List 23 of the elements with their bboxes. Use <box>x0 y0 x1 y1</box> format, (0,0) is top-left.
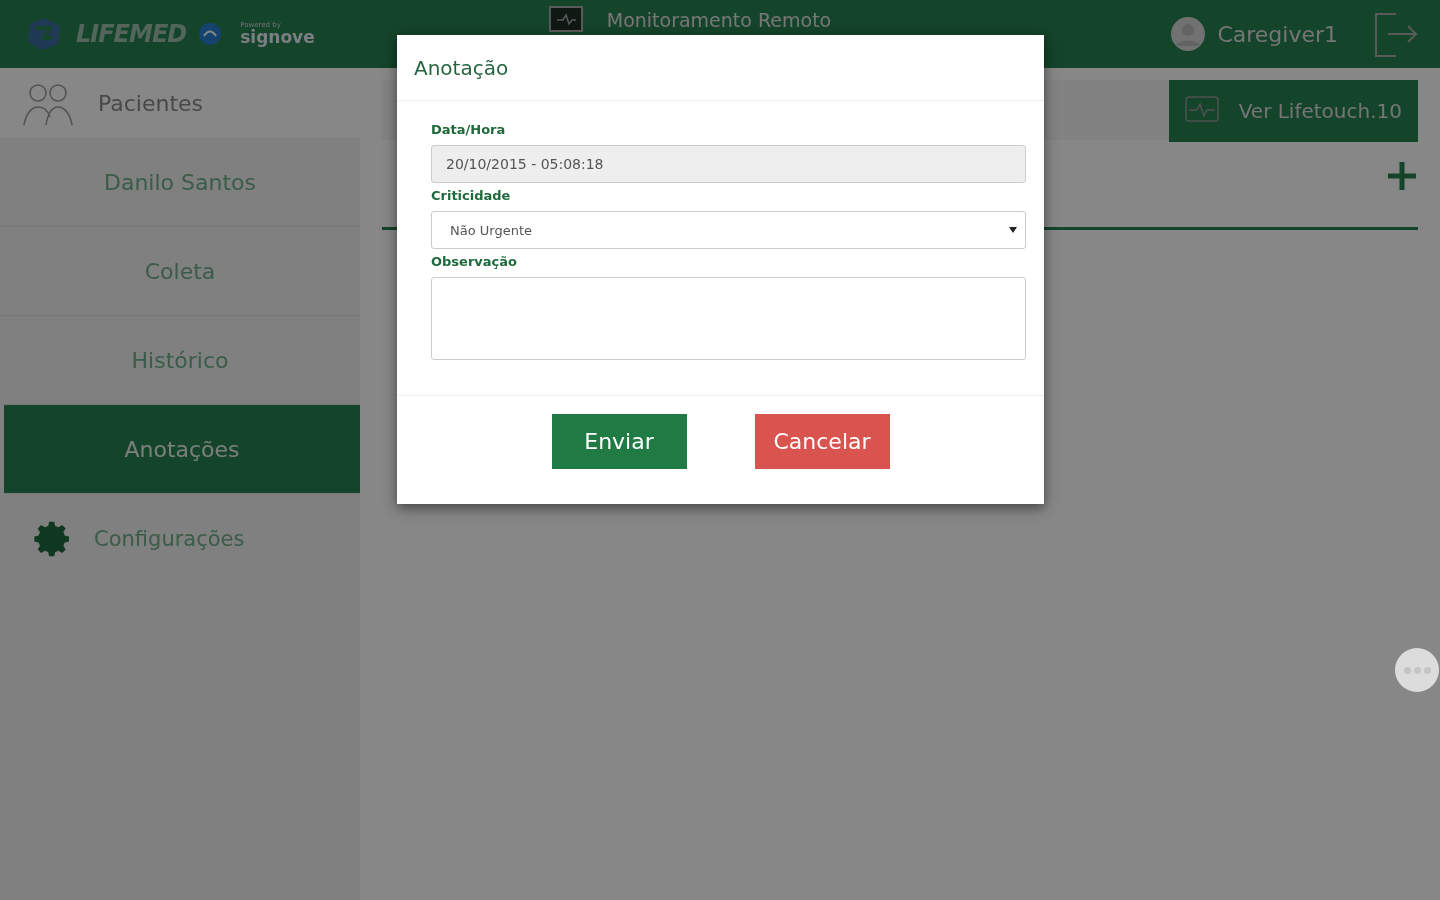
signove-logo-icon <box>198 22 223 46</box>
view-device-button[interactable]: Ver Lifetouch.10 <box>1168 80 1418 142</box>
dialog-title: Anotação <box>414 55 509 80</box>
page-title: Monitoramento Remoto <box>606 9 832 31</box>
monitor-icon <box>548 6 583 32</box>
caret-icon <box>1009 227 1017 233</box>
logout-icon[interactable] <box>1372 10 1420 58</box>
avatar-icon <box>1171 17 1206 51</box>
sidebar-heading: Pacientes <box>98 90 204 116</box>
field-label: Data/Hora <box>431 121 507 139</box>
cancel-button[interactable]: Cancelar <box>754 414 890 469</box>
sidebar-item[interactable]: Anotações <box>4 405 360 494</box>
send-button[interactable]: Enviar <box>551 414 687 469</box>
partner-name: signove <box>240 29 315 46</box>
more-button[interactable] <box>1395 648 1439 692</box>
field-label: Observação <box>431 253 518 271</box>
logo-text: LIFEMED <box>76 20 187 48</box>
field-label: Criticidade <box>431 187 512 205</box>
user-name: Caregiver1 <box>1217 21 1338 47</box>
add-icon[interactable] <box>1386 160 1418 192</box>
settings-item[interactable]: Configurações <box>0 494 360 584</box>
observation-field[interactable] <box>431 277 1026 360</box>
criticality-select[interactable]: Não Urgente <box>431 211 1026 249</box>
